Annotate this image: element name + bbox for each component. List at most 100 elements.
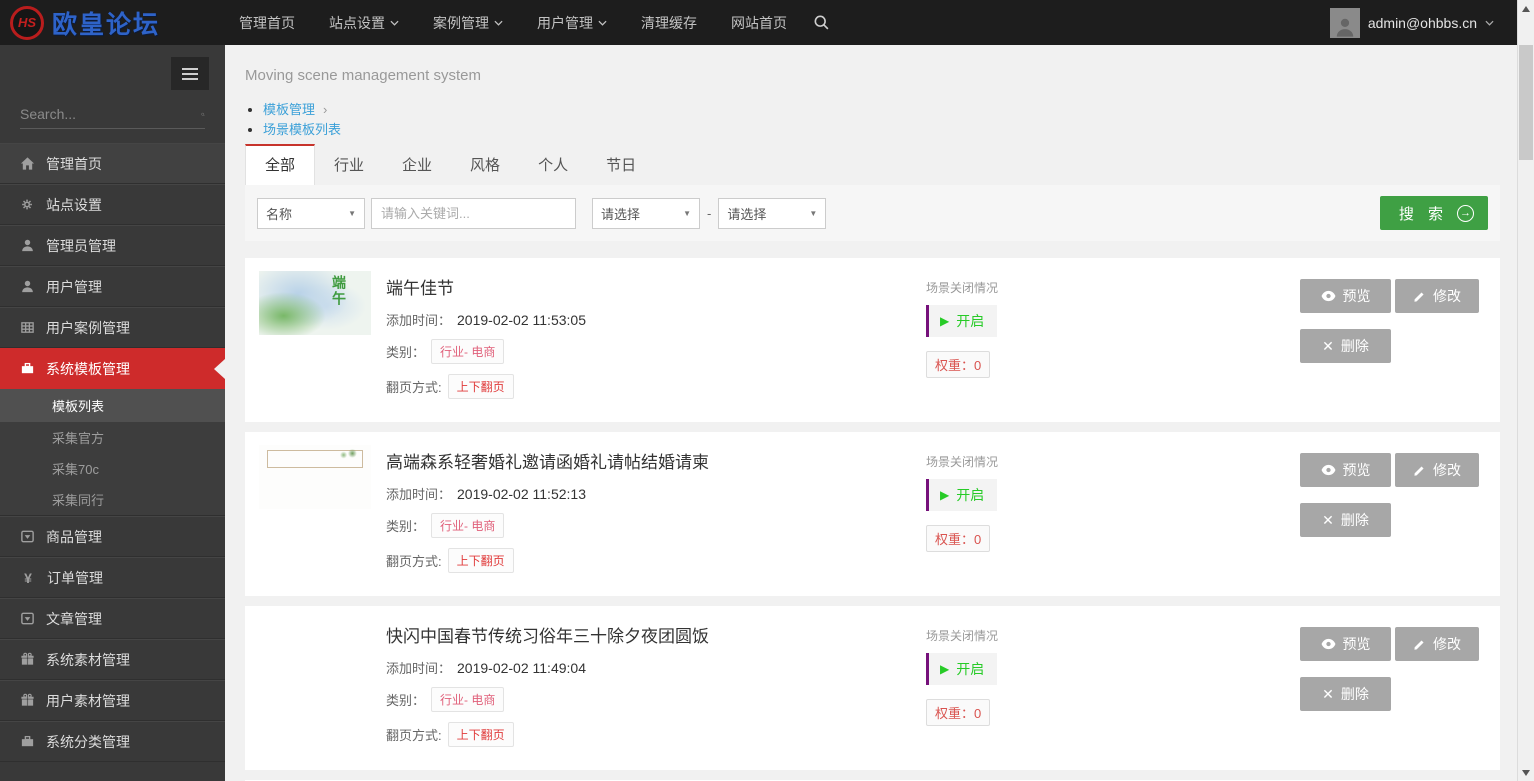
sidebar-submenu: 模板列表 采集官方 采集70c 采集同行	[0, 389, 225, 516]
sidebar-item-system-template-management[interactable]: 系统模板管理	[0, 348, 225, 389]
breadcrumb-item: 场景模板列表	[263, 120, 1500, 140]
delete-button[interactable]: ✕删除	[1300, 503, 1391, 537]
tab-enterprise[interactable]: 企业	[383, 144, 451, 185]
sidebar-item-product-management[interactable]: 商品管理	[0, 516, 225, 557]
paging-badge[interactable]: 上下翻页	[448, 548, 514, 573]
scrollbar-thumb[interactable]	[1519, 45, 1533, 160]
tab-festival[interactable]: 节日	[587, 144, 655, 185]
tab-personal[interactable]: 个人	[519, 144, 587, 185]
template-title: 高端森系轻奢婚礼邀请函婚礼请帖结婚请柬	[386, 448, 926, 473]
logo-emblem-icon: HS	[10, 6, 44, 40]
weight-badge[interactable]: 权重：0	[926, 699, 990, 726]
row-status: 场景关闭情况 ▶开启 权重：0	[926, 445, 1186, 583]
template-row: 高端森系轻奢婚礼邀请函婚礼请帖结婚请柬 添加时间：2019-02-02 11:5…	[245, 432, 1500, 596]
filter-select-a[interactable]: 请选择▼	[592, 198, 700, 229]
scene-status-label: 场景关闭情况	[926, 627, 1186, 644]
scroll-down-arrow-icon[interactable]	[1518, 764, 1534, 781]
topnav-clear-cache[interactable]: 清理缓存	[641, 13, 697, 33]
breadcrumb-link-scene-template-list[interactable]: 场景模板列表	[263, 122, 341, 137]
topnav-case-management[interactable]: 案例管理	[433, 13, 503, 33]
admin-user-icon	[20, 238, 35, 253]
caret-square-icon	[20, 611, 35, 626]
category-badge[interactable]: 行业- 电商	[431, 513, 504, 538]
main-content: Moving scene management system 模板管理› 场景模…	[225, 45, 1534, 781]
sidebar-item-admin-home[interactable]: 管理首页	[0, 143, 225, 184]
gift-icon	[20, 693, 35, 708]
edit-button[interactable]: 修改	[1395, 627, 1479, 661]
sidebar-item-user-case-management[interactable]: 用户案例管理	[0, 307, 225, 348]
paging-badge[interactable]: 上下翻页	[448, 374, 514, 399]
topnav-website-home[interactable]: 网站首页	[731, 13, 787, 33]
preview-button[interactable]: 预览	[1300, 453, 1391, 487]
category-label: 类别：	[386, 342, 425, 361]
filter-field-select[interactable]: 名称▼	[257, 198, 365, 229]
paging-label: 翻页方式:	[386, 725, 442, 744]
submenu-item-collect-peers[interactable]: 采集同行	[0, 484, 225, 515]
user-account-menu[interactable]: admin@ohbbs.cn	[1330, 0, 1494, 45]
sidebar-item-system-category-management[interactable]: 系统分类管理	[0, 721, 225, 762]
table-icon	[20, 320, 35, 335]
template-title: 端午佳节	[386, 274, 926, 299]
category-badge[interactable]: 行业- 电商	[431, 339, 504, 364]
wedding-invitation-thumbnail[interactable]	[259, 445, 371, 509]
row-actions: 预览 修改 ✕删除	[1300, 271, 1486, 409]
gears-icon	[20, 197, 35, 212]
search-icon[interactable]	[201, 107, 205, 122]
weight-badge[interactable]: 权重：0	[926, 351, 990, 378]
topnav-admin-home[interactable]: 管理首页	[239, 13, 295, 33]
keyword-input[interactable]	[371, 198, 576, 229]
scene-toggle-button[interactable]: ▶开启	[926, 305, 997, 337]
yen-icon: ¥	[20, 570, 36, 586]
sidebar-item-site-settings[interactable]: 站点设置	[0, 184, 225, 225]
category-label: 类别：	[386, 516, 425, 535]
scroll-up-arrow-icon[interactable]	[1518, 0, 1534, 17]
tab-industry[interactable]: 行业	[315, 144, 383, 185]
preview-button[interactable]: 预览	[1300, 627, 1391, 661]
submenu-item-collect-70c[interactable]: 采集70c	[0, 453, 225, 484]
sidebar-item-user-material-management[interactable]: 用户素材管理	[0, 680, 225, 721]
pencil-icon	[1413, 464, 1426, 477]
blank-thumbnail[interactable]	[259, 619, 371, 683]
sidebar-item-system-material-management[interactable]: 系统素材管理	[0, 639, 225, 680]
sidebar-collapse-button[interactable]	[171, 57, 209, 90]
topbar-search-button[interactable]	[813, 14, 830, 31]
paging-badge[interactable]: 上下翻页	[448, 722, 514, 747]
vertical-scrollbar[interactable]	[1517, 0, 1534, 781]
added-time-label: 添加时间：	[386, 658, 451, 677]
row-status: 场景关闭情况 ▶开启 权重：0	[926, 619, 1186, 757]
caret-down-icon: ▼	[809, 209, 817, 218]
filter-select-b[interactable]: 请选择▼	[718, 198, 826, 229]
tab-style[interactable]: 风格	[451, 144, 519, 185]
scene-toggle-button[interactable]: ▶开启	[926, 653, 997, 685]
category-badge[interactable]: 行业- 电商	[431, 687, 504, 712]
weight-badge[interactable]: 权重：0	[926, 525, 990, 552]
category-tabs: 全部 行业 企业 风格 个人 节日	[245, 144, 1500, 185]
search-button[interactable]: 搜 索 →	[1380, 196, 1488, 230]
delete-button[interactable]: ✕删除	[1300, 329, 1391, 363]
sidebar-item-order-management[interactable]: ¥ 订单管理	[0, 557, 225, 598]
edit-button[interactable]: 修改	[1395, 453, 1479, 487]
app-logo[interactable]: HS 欧皇论坛	[0, 5, 225, 41]
topnav-site-settings[interactable]: 站点设置	[329, 13, 399, 33]
sidebar-item-article-management[interactable]: 文章管理	[0, 598, 225, 639]
sidebar-menu-lower: 商品管理 ¥ 订单管理 文章管理 系统素材管理 用户素材管理 系统分类管理	[0, 516, 225, 762]
sidebar-item-user-management[interactable]: 用户管理	[0, 266, 225, 307]
sidebar-search-input[interactable]	[20, 106, 201, 122]
logo-text: 欧皇论坛	[52, 5, 160, 41]
breadcrumb-link-template-management[interactable]: 模板管理	[263, 102, 315, 117]
tab-all[interactable]: 全部	[245, 144, 315, 185]
sidebar-item-administrator-management[interactable]: 管理员管理	[0, 225, 225, 266]
scene-toggle-button[interactable]: ▶开启	[926, 479, 997, 511]
submenu-item-collect-official[interactable]: 采集官方	[0, 422, 225, 453]
submenu-item-template-list[interactable]: 模板列表	[0, 389, 225, 422]
filter-bar: 名称▼ 请选择▼ - 请选择▼ 搜 索 →	[245, 185, 1500, 241]
preview-button[interactable]: 预览	[1300, 279, 1391, 313]
edit-button[interactable]: 修改	[1395, 279, 1479, 313]
eye-icon	[1321, 464, 1336, 476]
delete-button[interactable]: ✕删除	[1300, 677, 1391, 711]
topnav-user-management[interactable]: 用户管理	[537, 13, 607, 33]
eye-icon	[1321, 290, 1336, 302]
eye-icon	[1321, 638, 1336, 650]
dragon-boat-festival-thumbnail[interactable]: 端午	[259, 271, 371, 335]
added-time-value: 2019-02-02 11:53:05	[457, 312, 586, 328]
